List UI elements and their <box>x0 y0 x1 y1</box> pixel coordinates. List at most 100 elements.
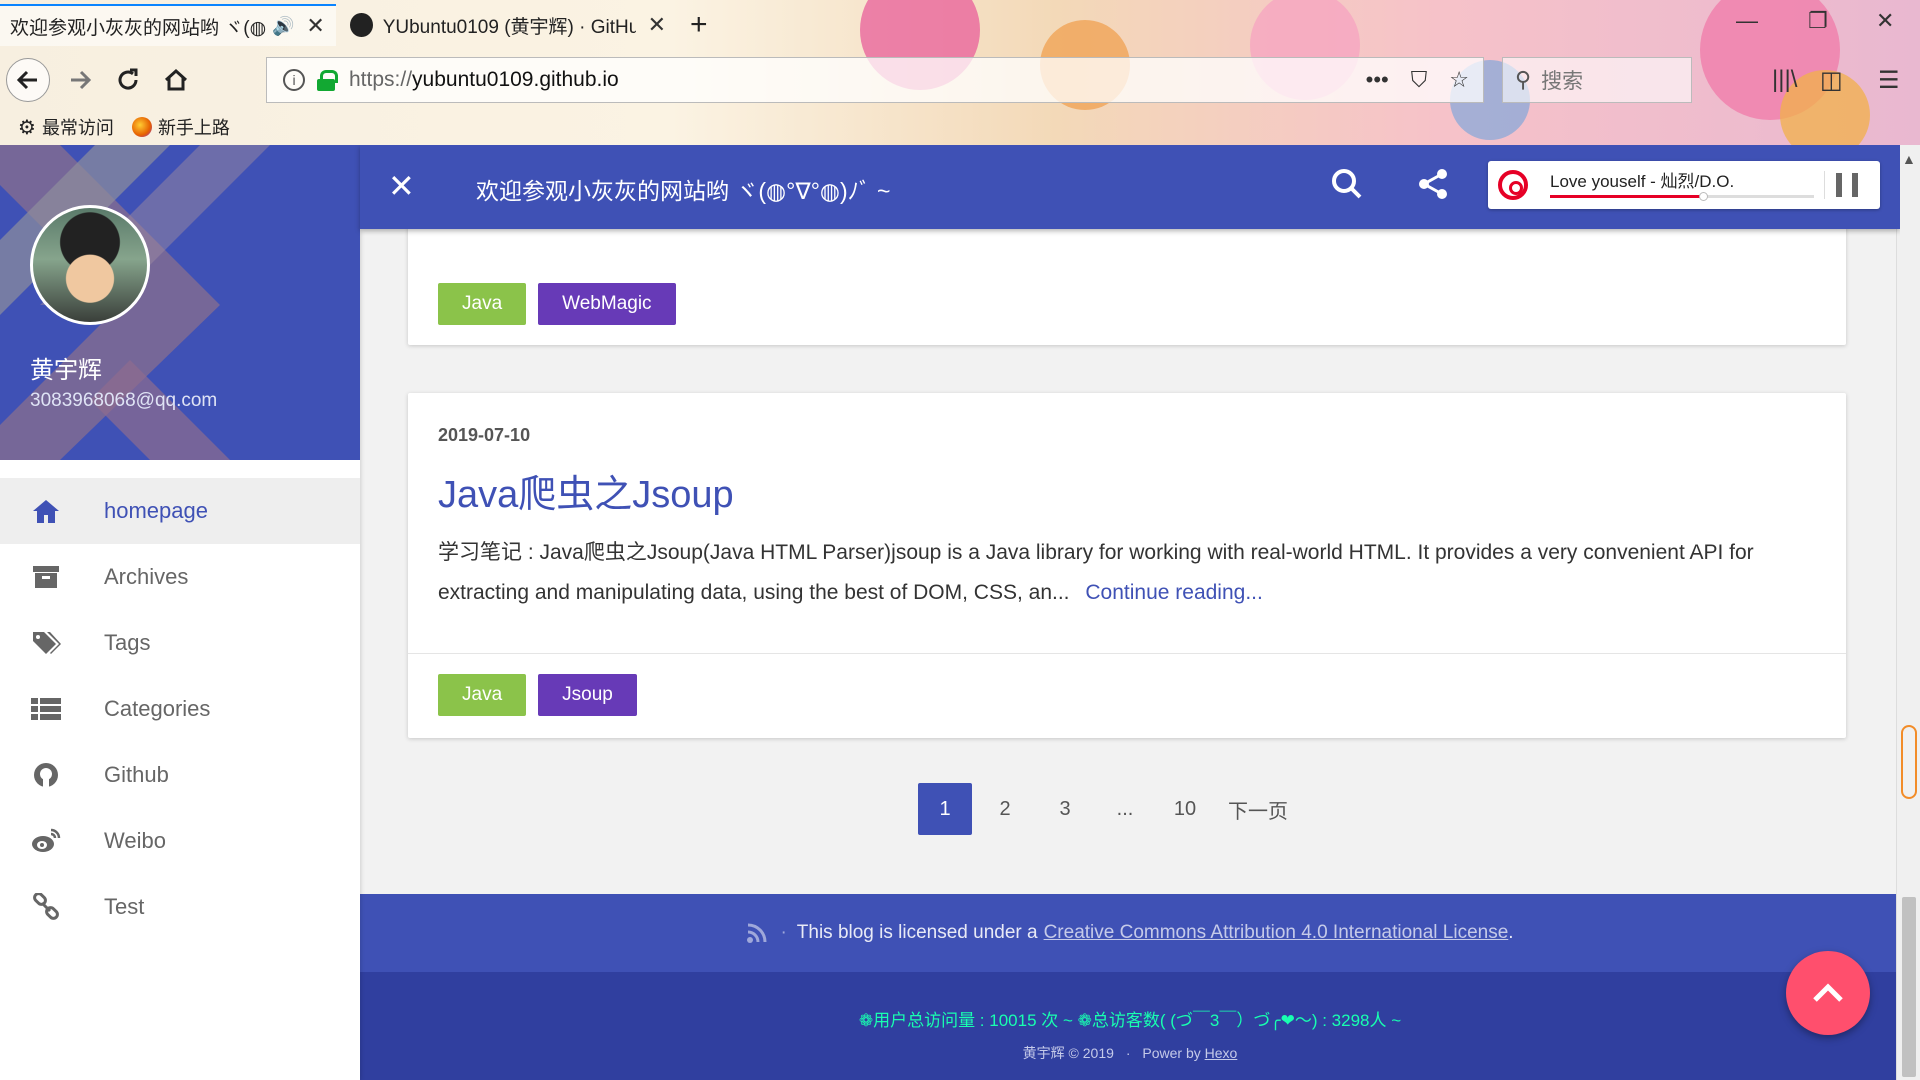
menu-icon[interactable]: ☰ <box>1878 66 1900 95</box>
tag-java[interactable]: Java <box>438 674 527 716</box>
restore-icon[interactable]: ❐ <box>1808 8 1828 34</box>
forward-button[interactable] <box>58 58 102 102</box>
sidebar-toggle-icon[interactable]: ◫ <box>1820 66 1843 95</box>
footer-bottom: ❁用户总访问量 : 10015 次 ~ ❁总访客数( (づ￣3￣）づ╭❤～) :… <box>360 972 1900 1080</box>
sidebar-item-archives[interactable]: Archives <box>0 544 360 610</box>
sidebar-item-weibo[interactable]: Weibo <box>0 808 360 874</box>
hexo-link[interactable]: Hexo <box>1205 1045 1238 1061</box>
page-1-button[interactable]: 1 <box>918 783 972 835</box>
reload-button[interactable] <box>106 58 150 102</box>
music-player[interactable]: Love youself - 灿烈/D.O. <box>1488 161 1880 209</box>
page-scrollbar[interactable]: ▲ <box>1896 145 1920 1080</box>
share-icon[interactable] <box>1416 167 1450 201</box>
bookmarks-bar: ⚙ 最常访问 新手上路 <box>0 112 1920 142</box>
pocket-icon[interactable]: ⛉ <box>1411 67 1428 93</box>
close-drawer-button[interactable]: ✕ <box>388 167 415 205</box>
close-tab-icon[interactable]: ✕ <box>306 13 324 39</box>
progress-fill <box>1550 195 1704 198</box>
license-link[interactable]: Creative Commons Attribution 4.0 Interna… <box>1044 922 1509 944</box>
pause-button[interactable] <box>1836 173 1858 197</box>
sidebar-item-label: homepage <box>104 498 208 523</box>
profile-header: 黄宇辉 3083968068@qq.com <box>0 145 360 460</box>
back-button[interactable] <box>6 58 50 102</box>
post-excerpt: 学习笔记 : Java爬虫之Jsoup(Java HTML Parser)jso… <box>438 533 1818 613</box>
tag-webmagic[interactable]: WebMagic <box>538 283 676 325</box>
github-icon <box>350 13 373 37</box>
pagination: 1 2 3 ... 10 下一页 <box>918 783 1304 835</box>
lock-icon[interactable] <box>317 70 338 91</box>
sidebar-item-github[interactable]: Github <box>0 742 360 808</box>
bookmark-star-icon[interactable]: ☆ <box>1449 67 1469 93</box>
bookmark-most-visited[interactable]: ⚙ 最常访问 <box>18 114 114 140</box>
close-tab-icon[interactable]: ✕ <box>648 12 666 38</box>
new-tab-button[interactable]: + <box>680 4 718 46</box>
sidebar: 黄宇辉 3083968068@qq.com homepage Archives <box>0 145 360 1080</box>
speaker-icon[interactable]: 🔊 <box>272 16 294 37</box>
sidebar-item-categories[interactable]: Categories <box>0 676 360 742</box>
bookmark-label: 最常访问 <box>41 118 114 138</box>
footer-license: · This blog is licensed under a Creative… <box>360 894 1900 972</box>
page-3-button[interactable]: 3 <box>1038 783 1092 835</box>
page-10-button[interactable]: 10 <box>1158 783 1212 835</box>
scroll-up-icon[interactable]: ▲ <box>1902 151 1916 167</box>
tab-bar: 欢迎参观小灰灰的网站哟 ヾ(◍° 🔊 ✕ YUbuntu0109 (黄宇辉) ·… <box>0 0 1920 50</box>
sidebar-item-test[interactable]: Test <box>0 874 360 940</box>
close-window-icon[interactable]: ✕ <box>1876 8 1894 34</box>
visitor-stats: ❁用户总访问量 : 10015 次 ~ ❁总访客数( (づ￣3￣）づ╭❤～) :… <box>858 1011 1402 1030</box>
app-bar: ✕ 欢迎参观小灰灰的网站哟 ヾ(◍°∇°◍)ﾉﾞ ~ Love youself … <box>360 145 1900 229</box>
tab-github[interactable]: YUbuntu0109 (黄宇辉) · GitHub ✕ <box>340 4 676 46</box>
firefox-icon <box>131 117 152 137</box>
sidebar-item-homepage[interactable]: homepage <box>0 478 360 544</box>
url-bar[interactable]: i https://yubuntu0109.github.io ••• ⛉ ☆ <box>266 57 1484 103</box>
profile-name: 黄宇辉 <box>30 357 102 384</box>
home-icon <box>30 495 62 527</box>
post-card: 2019-07-10 Java爬虫之Jsoup 学习笔记 : Java爬虫之Js… <box>408 393 1846 738</box>
library-icon[interactable]: |||\ <box>1772 66 1797 94</box>
copyright: 黄宇辉 © 2019 · Power by Hexo <box>360 1043 1900 1063</box>
song-title: Love youself - 灿烈/D.O. <box>1550 172 1735 191</box>
avatar[interactable] <box>30 205 150 325</box>
page-2-button[interactable]: 2 <box>978 783 1032 835</box>
sidebar-item-label: Categories <box>104 696 211 721</box>
search-input[interactable]: ⚲ 搜索 <box>1502 57 1692 103</box>
post-title[interactable]: Java爬虫之Jsoup <box>438 463 734 518</box>
progress-handle[interactable] <box>1699 192 1709 201</box>
tag-java[interactable]: Java <box>438 283 527 325</box>
bookmark-getting-started[interactable]: 新手上路 <box>131 114 230 140</box>
powered-by-text: Power by <box>1142 1045 1201 1061</box>
progress-bar[interactable] <box>1550 192 1814 201</box>
back-to-top-button[interactable] <box>1786 951 1870 1035</box>
search-icon[interactable] <box>1330 167 1364 201</box>
gear-icon: ⚙ <box>18 116 36 139</box>
continue-reading-link[interactable]: Continue reading... <box>1085 581 1262 604</box>
url-text[interactable]: https://yubuntu0109.github.io <box>349 68 619 92</box>
license-suffix: . <box>1508 922 1514 943</box>
site-title[interactable]: 欢迎参观小灰灰的网站哟 ヾ(◍°∇°◍)ﾉﾞ ~ <box>476 172 890 206</box>
scrollbar-thumb[interactable] <box>1902 897 1916 1077</box>
browser-chrome: 欢迎参观小灰灰的网站哟 ヾ(◍° 🔊 ✕ YUbuntu0109 (黄宇辉) ·… <box>0 0 1920 145</box>
home-button[interactable] <box>154 58 198 102</box>
sidebar-item-label: Weibo <box>104 828 166 853</box>
tag-jsoup[interactable]: Jsoup <box>538 674 637 716</box>
reload-icon <box>118 68 138 90</box>
more-actions-icon[interactable]: ••• <box>1366 67 1389 93</box>
url-protocol: https:// <box>349 68 413 91</box>
sidebar-item-label: Github <box>104 762 169 787</box>
minimize-icon[interactable]: — <box>1736 8 1758 34</box>
profile-email: 3083968068@qq.com <box>30 390 218 411</box>
rss-icon[interactable] <box>746 922 768 944</box>
tab-blog[interactable]: 欢迎参观小灰灰的网站哟 ヾ(◍° 🔊 ✕ <box>0 4 336 46</box>
divider <box>1824 171 1825 199</box>
sidebar-item-label: Test <box>104 894 145 919</box>
archive-icon <box>30 561 62 593</box>
sidebar-item-tags[interactable]: Tags <box>0 610 360 676</box>
next-page-button[interactable]: 下一页 <box>1218 783 1298 835</box>
info-icon[interactable]: i <box>283 69 305 91</box>
scroll-indicator <box>1901 725 1917 799</box>
search-icon: ⚲ <box>1515 67 1532 92</box>
sidebar-item-label: Tags <box>104 630 151 655</box>
search-placeholder: 搜索 <box>1541 70 1584 93</box>
bookmark-label: 新手上路 <box>157 118 230 138</box>
footer-separator: · <box>780 922 787 943</box>
sidebar-item-label: Archives <box>104 564 189 589</box>
